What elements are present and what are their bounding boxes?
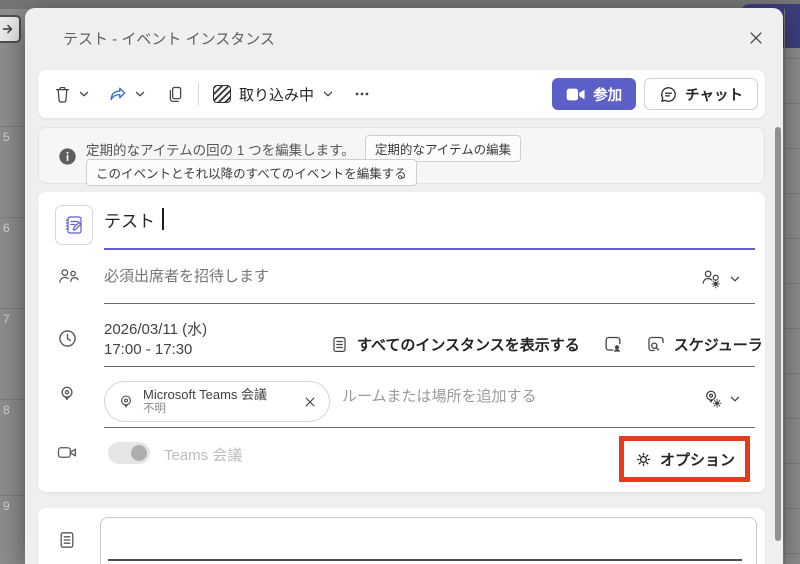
location-settings-icon — [702, 388, 723, 409]
options-label: オプション — [660, 449, 735, 470]
people-icon — [57, 266, 80, 287]
gear-icon — [634, 450, 653, 469]
calendar-time-label: 7 — [3, 312, 10, 326]
event-dialog: テスト - イベント インスタンス — [25, 8, 783, 564]
availability-button[interactable] — [600, 332, 626, 356]
chevron-down-icon — [729, 393, 741, 405]
dialog-title: テスト - イベント インスタンス — [63, 28, 275, 49]
location-chip[interactable]: Microsoft Teams 会議 不明 — [104, 381, 330, 422]
meeting-options-button[interactable]: オプション — [634, 449, 735, 470]
more-options-button[interactable] — [350, 78, 374, 110]
text-caret — [162, 208, 164, 230]
calendar-time-label: 8 — [3, 403, 10, 417]
chevron-down-icon — [134, 88, 146, 100]
attendee-options-button[interactable] — [700, 268, 741, 289]
edit-this-and-following-button[interactable]: このイベントとそれ以降のすべてのイベントを編集する — [86, 159, 417, 186]
notes-icon — [57, 530, 77, 550]
screen: 5 6 7 8 9 テスト - イベント インスタンス — [0, 0, 800, 564]
scheduler-label: スケジューラ — [674, 334, 763, 355]
calendar-gridline — [0, 126, 24, 127]
calendar-search-icon — [646, 334, 666, 354]
close-button[interactable] — [743, 25, 769, 51]
delete-button[interactable] — [50, 78, 75, 110]
description-section — [38, 508, 765, 564]
editor-divider — [108, 559, 742, 561]
calendar-gridline — [0, 308, 24, 309]
copy-icon — [166, 85, 185, 104]
location-chip-subtitle: 不明 — [143, 402, 301, 416]
video-camera-icon — [566, 87, 586, 102]
description-editor[interactable] — [100, 517, 757, 564]
teams-meeting-toggle[interactable] — [108, 442, 150, 464]
event-style-button[interactable] — [55, 205, 93, 245]
attendees-input[interactable] — [104, 268, 624, 285]
calendar-gridline — [0, 217, 24, 218]
scheduler-button[interactable]: スケジューラ — [646, 334, 763, 355]
calendar-time-label: 5 — [3, 130, 10, 144]
location-chip-title: Microsoft Teams 会議 — [143, 388, 301, 402]
calendar-time-label: 6 — [3, 221, 10, 235]
join-button[interactable]: 参加 — [552, 78, 636, 110]
show-as-status-button[interactable]: 取り込み中 — [209, 78, 338, 110]
close-icon — [747, 29, 765, 47]
chevron-down-icon — [322, 88, 334, 100]
chevron-down-icon — [729, 273, 741, 285]
chevron-down-icon — [78, 88, 90, 100]
more-horizontal-icon — [353, 85, 371, 103]
toolbar: 取り込み中 参加 — [38, 70, 765, 118]
schedule-actions: すべてのインスタンスを表示する スケジューラ — [330, 332, 763, 356]
location-chip-texts: Microsoft Teams 会議 不明 — [143, 388, 301, 416]
recurrence-banner: 定期的なアイテムの回の 1 つを編集します。 定期的なアイテムの編集 このイベン… — [38, 127, 765, 184]
info-icon — [58, 147, 77, 166]
forward-button[interactable] — [105, 78, 131, 110]
datetime-display[interactable]: 2026/03/11 (水) 17:00 - 17:30 — [104, 320, 207, 360]
location-input[interactable] — [342, 388, 612, 405]
remove-location-button[interactable] — [301, 393, 319, 411]
banner-message: 定期的なアイテムの回の 1 つを編集します。 — [86, 139, 355, 159]
camera-icon — [57, 443, 79, 462]
calendar-gridline — [0, 495, 24, 496]
forward-arrow-icon — [108, 84, 128, 104]
agenda-list-icon — [330, 335, 349, 354]
show-all-instances-label: すべてのインスタンスを表示する — [357, 334, 580, 355]
calendar-grid-right — [784, 9, 800, 564]
calendar-gridline — [0, 399, 24, 400]
forward-menu-chevron[interactable] — [131, 78, 149, 110]
busy-status-icon — [213, 85, 231, 103]
calendar-time-label: 9 — [3, 499, 10, 513]
title-input-wrap[interactable] — [104, 208, 164, 230]
clock-icon — [57, 328, 78, 349]
background-arrow-icon — [0, 15, 21, 43]
title-input[interactable] — [104, 209, 162, 229]
show-all-instances-button[interactable]: すべてのインスタンスを表示する — [330, 334, 580, 355]
chat-bubble-icon — [659, 85, 678, 104]
delete-menu-chevron[interactable] — [75, 78, 93, 110]
status-label: 取り込み中 — [239, 84, 314, 105]
date-text: 2026/03/11 (水) — [104, 320, 207, 340]
toolbar-divider — [198, 82, 199, 106]
copy-button[interactable] — [163, 78, 188, 110]
join-label: 参加 — [593, 84, 622, 105]
annotation-highlight: オプション — [619, 436, 750, 482]
location-options-button[interactable] — [702, 388, 741, 409]
location-underline — [104, 427, 755, 428]
event-form: 2026/03/11 (水) 17:00 - 17:30 すべてのインスタンスを… — [38, 192, 765, 492]
time-text: 17:00 - 17:30 — [104, 340, 207, 360]
chat-label: チャット — [685, 84, 743, 105]
schedule-underline — [104, 366, 755, 367]
teams-meeting-label: Teams 会議 — [164, 444, 242, 465]
attendees-underline — [104, 303, 755, 304]
chat-button[interactable]: チャット — [644, 78, 758, 110]
edit-series-button[interactable]: 定期的なアイテムの編集 — [365, 135, 521, 162]
location-pin-icon — [57, 384, 77, 404]
dialog-scrollbar[interactable] — [775, 127, 781, 541]
calendar-person-icon — [603, 334, 623, 354]
toggle-knob — [131, 445, 147, 461]
people-settings-icon — [700, 268, 723, 289]
location-pin-icon — [117, 393, 135, 411]
notebook-edit-icon — [63, 214, 85, 236]
trash-icon — [53, 85, 72, 104]
title-underline — [104, 248, 755, 250]
close-icon — [303, 395, 317, 409]
